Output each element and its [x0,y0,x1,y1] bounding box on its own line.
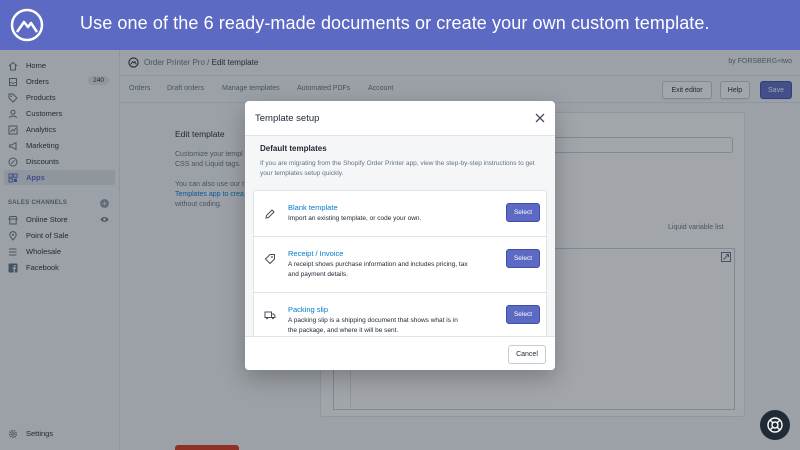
select-packing-slip-template-button[interactable]: Select [506,305,540,324]
close-icon[interactable] [534,112,546,124]
template-description: Import an existing template, or code you… [288,215,422,222]
template-list: Blank template Import an existing templa… [253,190,547,336]
select-receipt-template-button[interactable]: Select [506,249,540,268]
template-description: A receipt shows purchase information and… [288,261,468,278]
modal-header: Template setup [245,101,555,136]
template-description: A packing slip is a shipping document th… [288,317,458,334]
modal-footer: Cancel [245,336,555,370]
modal-body: Default templates If you are migrating f… [245,136,555,336]
mountain-logo-icon [10,8,44,42]
section-title: Default templates [260,144,327,153]
lifebuoy-icon [767,417,783,433]
template-name-link[interactable]: Packing slip [288,305,328,314]
pencil-icon [265,209,275,219]
template-setup-modal: Template setup Default templates If you … [245,101,555,370]
support-chat-button[interactable] [760,410,790,440]
template-name-link[interactable]: Receipt / Invoice [288,249,343,258]
cancel-button[interactable]: Cancel [508,345,546,364]
section-description: If you are migrating from the Shopify Or… [260,160,535,177]
list-item: Blank template Import an existing templa… [254,191,546,237]
truck-icon [264,311,276,320]
list-item: Receipt / Invoice A receipt shows purcha… [254,237,546,293]
list-item: Packing slip A packing slip is a shippin… [254,293,546,336]
banner-text: Use one of the 6 ready-made documents or… [80,13,710,33]
select-blank-template-button[interactable]: Select [506,203,540,222]
promo-banner: Use one of the 6 ready-made documents or… [0,0,800,50]
modal-title: Template setup [255,113,320,124]
tag-icon [264,254,275,265]
template-name-link[interactable]: Blank template [288,203,338,212]
